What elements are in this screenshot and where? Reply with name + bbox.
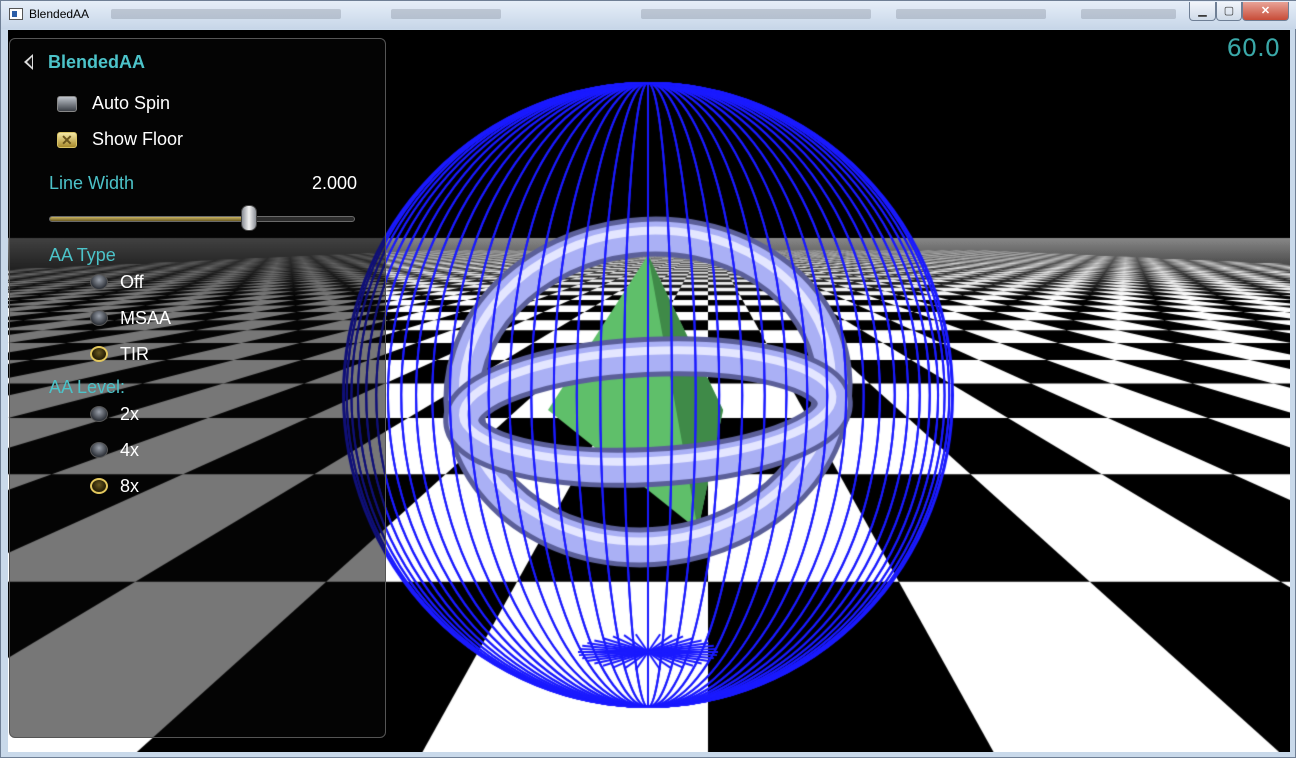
radio-icon[interactable] <box>90 406 108 422</box>
aa-type-off-label: Off <box>120 272 144 292</box>
panel-title: BlendedAA <box>48 52 146 72</box>
radio-icon[interactable] <box>90 274 108 290</box>
aa-level-4x-label: 4x <box>120 440 140 460</box>
show-floor-label: Show Floor <box>92 129 184 149</box>
slider-thumb[interactable] <box>241 205 258 231</box>
aa-level-heading: AA Level: <box>49 377 126 397</box>
app-icon <box>9 8 23 20</box>
radio-icon[interactable] <box>90 310 108 326</box>
background-toolbar-ghost <box>641 9 871 19</box>
line-width-slider[interactable] <box>49 205 355 231</box>
background-toolbar-ghost <box>111 9 341 19</box>
checkbox-checked-icon[interactable] <box>57 132 77 149</box>
background-toolbar-ghost <box>1081 9 1176 19</box>
slider-fill <box>50 217 250 221</box>
minimize-button[interactable]: ▁ <box>1189 2 1216 21</box>
line-width-value: 2.000 <box>312 173 358 193</box>
radio-icon[interactable] <box>90 442 108 458</box>
line-width-label: Line Width <box>49 173 135 193</box>
settings-panel: BlendedAA Auto Spin Show Floor Line Widt… <box>9 38 386 738</box>
fps-counter: 60.0 <box>1226 34 1280 62</box>
auto-spin-label: Auto Spin <box>92 93 171 113</box>
render-viewport[interactable]: 60.0 BlendedAA Auto Spin Show Floor Line… <box>8 30 1290 752</box>
checkbox-icon[interactable] <box>57 96 77 112</box>
background-toolbar-ghost <box>391 9 501 19</box>
radio-selected-icon[interactable] <box>90 478 108 494</box>
aa-type-msaa-label: MSAA <box>120 308 172 328</box>
aa-type-tir-label: TIR <box>120 344 149 364</box>
app-window: BlendedAA ▁ ▢ ✕ 60.0 BlendedAA Auto Spin… <box>0 0 1296 758</box>
aa-type-heading: AA Type <box>49 245 116 265</box>
aa-level-2x-label: 2x <box>120 404 140 424</box>
aa-level-8x-label: 8x <box>120 476 140 496</box>
title-bar[interactable]: BlendedAA ▁ ▢ ✕ <box>1 1 1296 29</box>
radio-selected-icon[interactable] <box>90 346 108 362</box>
background-toolbar-ghost <box>896 9 1046 19</box>
close-button[interactable]: ✕ <box>1242 2 1289 21</box>
window-title: BlendedAA <box>29 7 90 21</box>
back-arrow-icon[interactable] <box>24 54 33 70</box>
maximize-button[interactable]: ▢ <box>1216 2 1242 21</box>
